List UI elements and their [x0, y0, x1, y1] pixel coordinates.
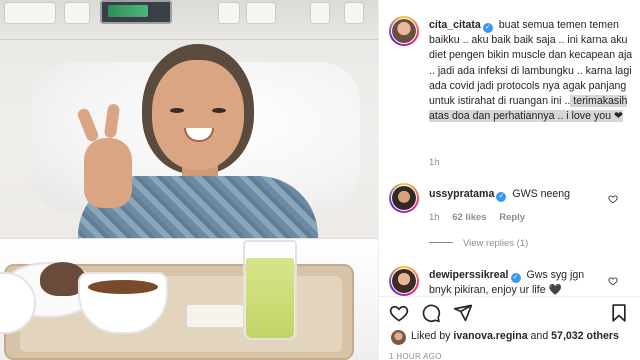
verified-badge-icon: ✓: [510, 273, 521, 283]
comment-like-heart-icon[interactable]: [608, 194, 618, 204]
comment-icon[interactable]: [421, 303, 441, 323]
person-face: [152, 60, 244, 170]
likes-count[interactable]: 57,032 others: [551, 330, 619, 342]
heart-emoji: ❤: [613, 110, 623, 123]
wall-switch: [218, 2, 240, 24]
post-timestamp: 1 HOUR AGO: [389, 352, 442, 360]
peace-sign-hand: [84, 138, 132, 208]
heart-icon[interactable]: [389, 303, 409, 323]
comment-like-heart-icon[interactable]: [608, 276, 618, 286]
condiment-packet: [186, 304, 244, 328]
comment-meta: 1h 62 likes Reply: [429, 212, 535, 223]
post-time: 1h: [429, 157, 440, 168]
likes-summary: Liked by ivanova.regina and 57,032 other…: [411, 330, 619, 342]
reply-button[interactable]: Reply: [499, 212, 525, 223]
commenter-avatar[interactable]: [389, 183, 419, 213]
share-icon[interactable]: [453, 303, 473, 323]
wall-outlet: [4, 2, 56, 24]
post-action-bar: [379, 296, 640, 326]
author-username[interactable]: cita_citata: [429, 19, 481, 31]
patient-monitor: [100, 0, 172, 24]
comment-time: 1h: [429, 212, 440, 223]
view-replies-link[interactable]: View replies (1): [429, 238, 528, 249]
post-details-panel: cita_citata ✓ buat semua temen temen baik…: [378, 0, 640, 360]
comment-item: ussypratama ✓ GWS neeng: [429, 188, 570, 202]
wall-switch: [310, 2, 330, 24]
wall-panel-box: [246, 2, 276, 24]
verified-badge-icon: ✓: [496, 192, 507, 202]
eye: [212, 108, 226, 113]
author-avatar[interactable]: [389, 16, 419, 46]
post-photo[interactable]: [0, 0, 378, 360]
commenter-username[interactable]: ussypratama: [429, 188, 494, 200]
bookmark-icon[interactable]: [609, 303, 629, 323]
divider: [429, 242, 453, 243]
post-caption: cita_citata ✓ buat semua temen temen baik…: [429, 18, 635, 124]
comment-text: GWS neeng: [512, 188, 571, 200]
caption-text: buat semua temen temen baikku .. aku bai…: [429, 19, 633, 108]
wall-socket: [64, 2, 90, 24]
eye: [170, 108, 184, 113]
commenter-username[interactable]: dewiperssikreal: [429, 269, 509, 281]
liker-username[interactable]: ivanova.regina: [453, 330, 527, 342]
soup: [88, 280, 158, 294]
liker-avatar[interactable]: [391, 330, 406, 345]
commenter-avatar[interactable]: [389, 266, 419, 296]
wall-switch: [344, 2, 364, 24]
comment-likes[interactable]: 62 likes: [452, 212, 486, 223]
juice: [246, 258, 294, 338]
verified-badge-icon: ✓: [482, 23, 493, 33]
comment-item: dewiperssikreal ✓ Gws syg jgn bnyk pikira…: [429, 268, 605, 296]
